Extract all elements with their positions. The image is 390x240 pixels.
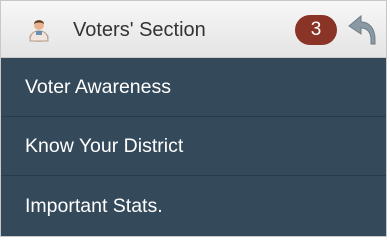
menu-item-important-stats[interactable]: Important Stats. <box>1 176 386 236</box>
count-badge: 3 <box>295 15 337 45</box>
menu-item-voter-awareness[interactable]: Voter Awareness <box>1 58 386 117</box>
menu-item-label: Voter Awareness <box>25 75 171 98</box>
voters-section-panel: Voters' Section 3 Voter Awareness Know Y… <box>0 0 387 237</box>
curved-up-arrow-icon[interactable] <box>345 14 379 46</box>
user-avatar-icon <box>29 20 49 42</box>
menu-item-know-your-district[interactable]: Know Your District <box>1 117 386 176</box>
section-title: Voters' Section <box>73 19 206 41</box>
menu-item-label: Know Your District <box>25 134 184 157</box>
section-menu: Voter Awareness Know Your District Impor… <box>1 58 386 236</box>
menu-item-label: Important Stats. <box>25 194 163 217</box>
section-header: Voters' Section 3 <box>1 1 386 58</box>
